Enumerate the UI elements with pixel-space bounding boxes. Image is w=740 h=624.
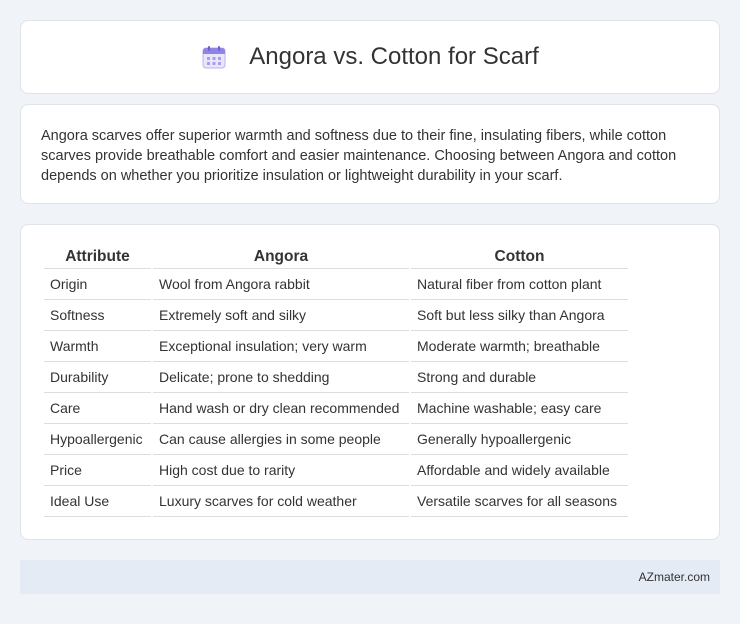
- column-header-attribute: Attribute: [44, 247, 151, 269]
- intro-text: Angora scarves offer superior warmth and…: [41, 128, 677, 184]
- angora-cell: Delicate; prone to shedding: [153, 362, 409, 393]
- table-row: Price High cost due to rarity Affordable…: [44, 455, 628, 486]
- header-card: Angora vs. Cotton for Scarf: [20, 20, 720, 94]
- footer-bar: AZmater.com: [20, 560, 720, 594]
- cotton-cell: Natural fiber from cotton plant: [411, 269, 628, 300]
- comparison-table-card: Attribute Angora Cotton Origin Wool from…: [20, 224, 720, 540]
- angora-cell: High cost due to rarity: [153, 455, 409, 486]
- comparison-table: Attribute Angora Cotton Origin Wool from…: [42, 247, 630, 517]
- attribute-cell: Ideal Use: [44, 486, 151, 517]
- footer-site-label: AZmater.com: [638, 570, 710, 584]
- table-row: Origin Wool from Angora rabbit Natural f…: [44, 269, 628, 300]
- cotton-cell: Machine washable; easy care: [411, 393, 628, 424]
- table-row: Warmth Exceptional insulation; very warm…: [44, 331, 628, 362]
- column-header-angora: Angora: [153, 247, 409, 269]
- cotton-cell: Strong and durable: [411, 362, 628, 393]
- attribute-cell: Hypoallergenic: [44, 424, 151, 455]
- cotton-cell: Moderate warmth; breathable: [411, 331, 628, 362]
- cotton-cell: Versatile scarves for all seasons: [411, 486, 628, 517]
- attribute-cell: Origin: [44, 269, 151, 300]
- attribute-cell: Durability: [44, 362, 151, 393]
- attribute-cell: Warmth: [44, 331, 151, 362]
- angora-cell: Hand wash or dry clean recommended: [153, 393, 409, 424]
- angora-cell: Exceptional insulation; very warm: [153, 331, 409, 362]
- angora-cell: Can cause allergies in some people: [153, 424, 409, 455]
- column-header-cotton: Cotton: [411, 247, 628, 269]
- cotton-cell: Generally hypoallergenic: [411, 424, 628, 455]
- angora-cell: Wool from Angora rabbit: [153, 269, 409, 300]
- table-header-row: Attribute Angora Cotton: [44, 247, 628, 269]
- attribute-cell: Price: [44, 455, 151, 486]
- table-row: Care Hand wash or dry clean recommended …: [44, 393, 628, 424]
- cotton-cell: Soft but less silky than Angora: [411, 300, 628, 331]
- table-row: Durability Delicate; prone to shedding S…: [44, 362, 628, 393]
- page-title: Angora vs. Cotton for Scarf: [249, 43, 539, 70]
- calendar-icon: [202, 46, 226, 69]
- attribute-cell: Softness: [44, 300, 151, 331]
- angora-cell: Luxury scarves for cold weather: [153, 486, 409, 517]
- intro-card: Angora scarves offer superior warmth and…: [20, 104, 720, 204]
- attribute-cell: Care: [44, 393, 151, 424]
- title-wrap: Angora vs. Cotton for Scarf: [201, 43, 539, 71]
- table-row: Hypoallergenic Can cause allergies in so…: [44, 424, 628, 455]
- table-row: Ideal Use Luxury scarves for cold weathe…: [44, 486, 628, 517]
- angora-cell: Extremely soft and silky: [153, 300, 409, 331]
- table-row: Softness Extremely soft and silky Soft b…: [44, 300, 628, 331]
- cotton-cell: Affordable and widely available: [411, 455, 628, 486]
